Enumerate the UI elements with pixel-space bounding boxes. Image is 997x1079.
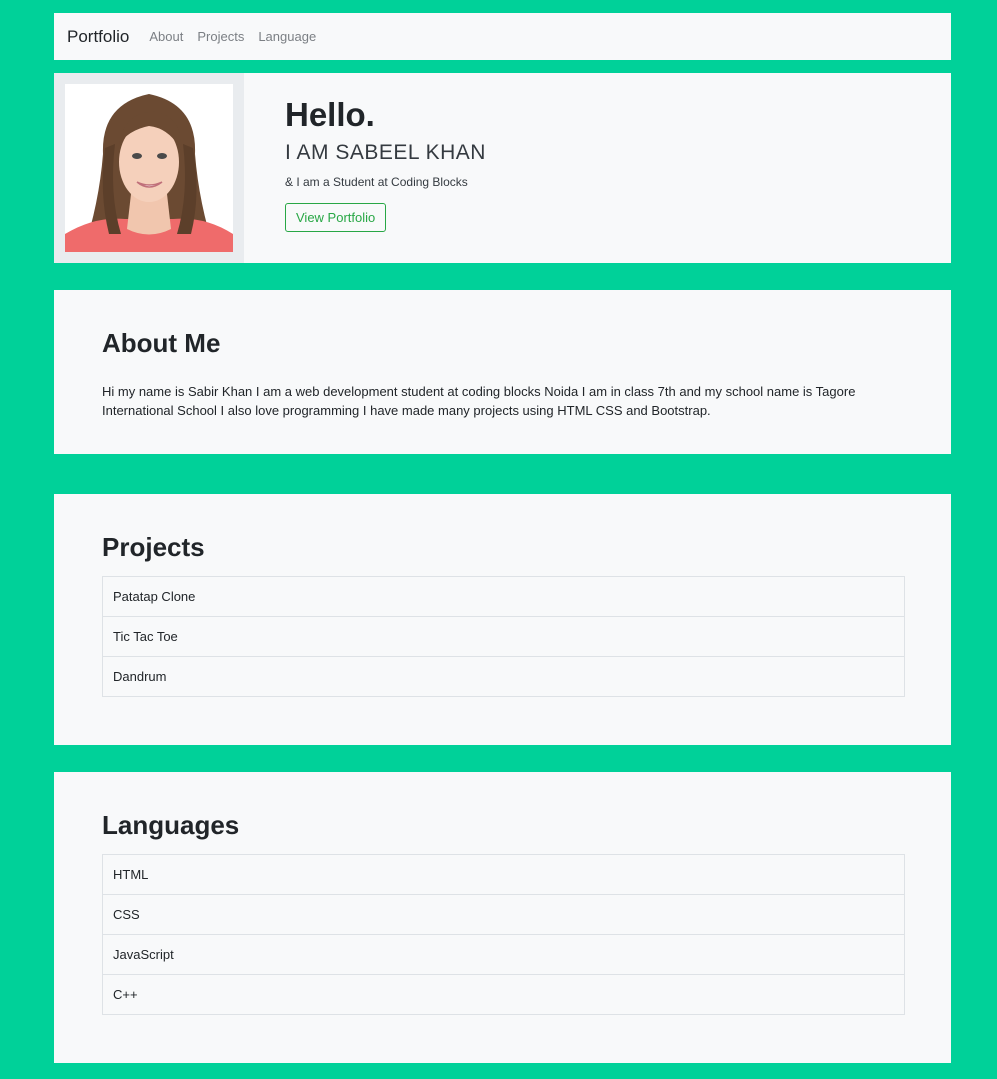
languages-list: HTML CSS JavaScript C++ bbox=[102, 854, 905, 1015]
list-item[interactable]: CSS bbox=[103, 895, 904, 935]
list-item[interactable]: HTML bbox=[103, 855, 904, 895]
nav-link-about[interactable]: About bbox=[149, 29, 183, 44]
list-item[interactable]: Dandrum bbox=[103, 657, 904, 696]
nav-link-language[interactable]: Language bbox=[258, 29, 316, 44]
about-title: About Me bbox=[102, 328, 221, 358]
profile-photo-frame bbox=[54, 73, 244, 263]
projects-section: Projects Patatap Clone Tic Tac Toe Dandr… bbox=[54, 494, 951, 745]
projects-list: Patatap Clone Tic Tac Toe Dandrum bbox=[102, 576, 905, 697]
list-item[interactable]: JavaScript bbox=[103, 935, 904, 975]
languages-title: Languages bbox=[102, 810, 240, 840]
languages-section: Languages HTML CSS JavaScript C++ bbox=[54, 772, 951, 1063]
projects-title: Projects bbox=[102, 532, 205, 562]
list-item[interactable]: Patatap Clone bbox=[103, 577, 904, 617]
hero-section: Hello. I AM SABEEL KHAN & I am a Student… bbox=[54, 73, 951, 263]
navbar: Portfolio About Projects Language bbox=[54, 13, 951, 60]
profile-photo bbox=[65, 84, 233, 252]
about-section: About Me Hi my name is Sabir Khan I am a… bbox=[54, 290, 951, 454]
view-portfolio-button[interactable]: View Portfolio bbox=[285, 203, 387, 233]
navbar-brand[interactable]: Portfolio bbox=[67, 27, 129, 47]
nav-link-projects[interactable]: Projects bbox=[197, 29, 244, 44]
hero-greeting: Hello. bbox=[285, 96, 375, 133]
hero-name: I AM SABEEL KHAN bbox=[285, 141, 486, 165]
profile-portrait-image bbox=[65, 84, 233, 252]
hero-text: Hello. I AM SABEEL KHAN & I am a Student… bbox=[285, 96, 486, 233]
list-item[interactable]: Tic Tac Toe bbox=[103, 617, 904, 657]
list-item[interactable]: C++ bbox=[103, 975, 904, 1014]
about-text: Hi my name is Sabir Khan I am a web deve… bbox=[102, 384, 856, 418]
hero-subtitle: & I am a Student at Coding Blocks bbox=[285, 175, 468, 190]
